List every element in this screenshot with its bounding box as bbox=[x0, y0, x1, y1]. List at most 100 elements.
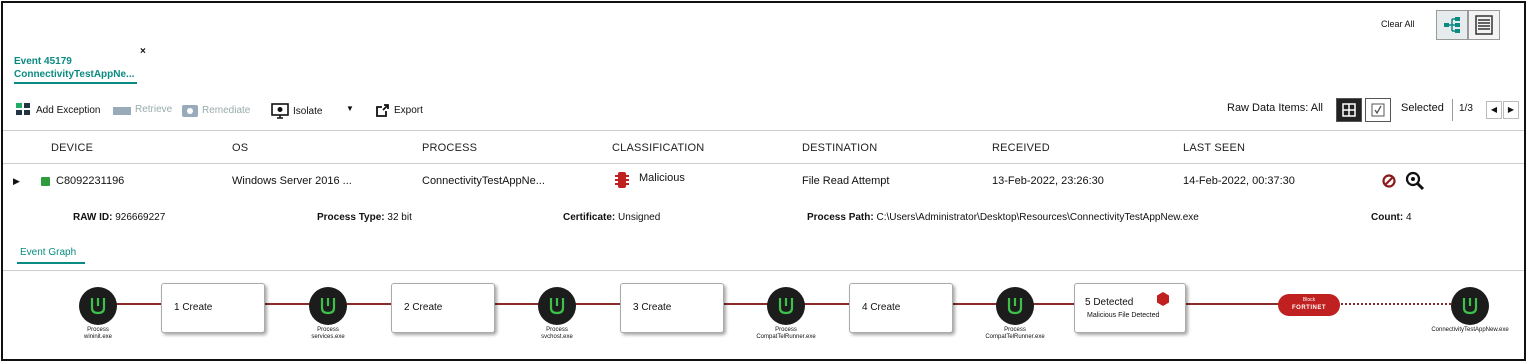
raw-id-label: RAW ID: bbox=[73, 212, 113, 223]
process-node-1[interactable] bbox=[79, 287, 117, 325]
device-status-icon bbox=[41, 177, 50, 186]
process-icon bbox=[1007, 298, 1023, 315]
pagination-text: 1/3 bbox=[1459, 103, 1473, 114]
graph-step-2[interactable]: 2 Create bbox=[391, 283, 495, 333]
row-os: Windows Server 2016 ... bbox=[232, 175, 352, 187]
graph-edge-dotted bbox=[1341, 303, 1451, 305]
event-tab-id: Event 45179 bbox=[14, 56, 72, 67]
graph-step-5[interactable]: 5 Detected Malicious File Detected bbox=[1074, 283, 1186, 333]
process-icon bbox=[778, 298, 794, 315]
isolate-dropdown-icon[interactable]: ▼ bbox=[346, 104, 354, 113]
isolate-button[interactable]: Isolate bbox=[271, 103, 322, 119]
row-destination: File Read Attempt bbox=[802, 175, 890, 187]
list-view-button[interactable] bbox=[1468, 10, 1500, 40]
grid-icon bbox=[1342, 103, 1356, 117]
graph-step-1-label: 1 Create bbox=[174, 302, 213, 313]
remediate-button[interactable]: Remediate bbox=[182, 103, 250, 117]
row-device[interactable]: C8092231196 bbox=[56, 175, 124, 187]
row-received: 13-Feb-2022, 23:26:30 bbox=[992, 175, 1104, 187]
block-icon[interactable] bbox=[1382, 174, 1396, 193]
count-label: Count: bbox=[1371, 212, 1404, 223]
process-type-field: Process Type: 32 bit bbox=[317, 212, 412, 223]
count-value: 4 bbox=[1406, 212, 1412, 223]
column-header-received[interactable]: RECEIVED bbox=[992, 142, 1050, 154]
certificate-value: Unsigned bbox=[618, 212, 661, 223]
malicious-icon bbox=[615, 172, 629, 193]
process-icon bbox=[90, 298, 106, 315]
malicious-hex-icon bbox=[1157, 292, 1169, 306]
process-icon bbox=[549, 298, 565, 315]
isolate-label: Isolate bbox=[293, 105, 323, 117]
raw-selected-toggle[interactable] bbox=[1365, 98, 1391, 122]
certificate-label: Certificate: bbox=[563, 212, 616, 223]
expand-row-icon[interactable]: ▶ bbox=[13, 176, 20, 187]
row-classification: Malicious bbox=[639, 172, 685, 184]
process-node-6[interactable] bbox=[1451, 287, 1489, 325]
fortinet-logo-text: FORTINET bbox=[1292, 305, 1326, 311]
event-tab[interactable]: Event 45179 ConnectivityTestAppNe... bbox=[14, 55, 134, 81]
prev-page-icon[interactable]: ◀ bbox=[1486, 101, 1502, 119]
raw-grid-toggle[interactable] bbox=[1336, 98, 1362, 122]
remediate-icon bbox=[182, 105, 198, 117]
certificate-field: Certificate: Unsigned bbox=[563, 212, 660, 223]
process-icon bbox=[320, 298, 336, 315]
close-tab-icon[interactable]: × bbox=[140, 46, 146, 57]
event-graph-tab[interactable]: Event Graph bbox=[20, 247, 76, 258]
row-process: ConnectivityTestAppNe... bbox=[422, 175, 545, 187]
raw-id-value: 926669227 bbox=[115, 212, 166, 223]
column-header-os[interactable]: OS bbox=[232, 142, 248, 154]
process-node-4[interactable] bbox=[767, 287, 805, 325]
graph-step-4-label: 4 Create bbox=[862, 302, 901, 313]
event-window: Event 45179 ConnectivityTestAppNe... × C… bbox=[1, 1, 1526, 361]
raw-id-field: RAW ID: 926669227 bbox=[73, 212, 165, 223]
graph-step-3[interactable]: 3 Create bbox=[620, 283, 724, 333]
process-node-5-label: Process CompatTelRunner.exe bbox=[985, 327, 1045, 340]
retrieve-label: Retrieve bbox=[135, 103, 173, 115]
column-header-process[interactable]: PROCESS bbox=[422, 142, 477, 154]
graph-step-1[interactable]: 1 Create bbox=[161, 283, 265, 333]
process-path-value: C:\Users\Administrator\Desktop\Resources… bbox=[876, 212, 1199, 223]
remediate-label: Remediate bbox=[202, 104, 251, 116]
column-header-last-seen[interactable]: LAST SEEN bbox=[1183, 142, 1245, 154]
graph-step-3-label: 3 Create bbox=[633, 302, 672, 313]
graph-divider bbox=[3, 270, 1524, 271]
count-field: Count: 4 bbox=[1371, 212, 1412, 223]
process-type-label: Process Type: bbox=[317, 212, 385, 223]
fortinet-block-badge[interactable]: Block FORTINET bbox=[1278, 294, 1340, 316]
process-node-2[interactable] bbox=[309, 287, 347, 325]
export-button[interactable]: Export bbox=[375, 103, 423, 118]
process-node-3-label: Process svchost.exe bbox=[541, 327, 573, 340]
next-page-icon[interactable]: ▶ bbox=[1503, 101, 1519, 119]
block-badge-text: Block bbox=[1302, 297, 1316, 303]
graph-step-5-label: 5 Detected bbox=[1085, 297, 1134, 308]
column-header-device[interactable]: DEVICE bbox=[51, 142, 93, 154]
process-node-1-label: Process wininit.exe bbox=[83, 327, 112, 340]
export-icon bbox=[376, 104, 389, 117]
graph-step-4[interactable]: 4 Create bbox=[849, 283, 953, 333]
process-path-field: Process Path: C:\Users\Administrator\Des… bbox=[807, 212, 1199, 223]
graph-step-2-label: 2 Create bbox=[404, 302, 443, 313]
process-node-6-label: ConnectivityTestAppNew.exe bbox=[1431, 327, 1509, 333]
retrieve-button[interactable]: Retrieve bbox=[113, 103, 172, 115]
graph-view-button[interactable] bbox=[1436, 10, 1468, 40]
add-exception-button[interactable]: Add Exception bbox=[16, 103, 101, 117]
header-divider bbox=[3, 163, 1524, 164]
checkbox-icon bbox=[1371, 103, 1385, 117]
tree-view-icon bbox=[1444, 17, 1460, 33]
graph-step-5-sublabel: Malicious File Detected bbox=[1087, 312, 1160, 319]
investigate-icon[interactable] bbox=[1405, 171, 1425, 196]
selected-label: Selected bbox=[1401, 102, 1444, 114]
column-header-destination[interactable]: DESTINATION bbox=[802, 142, 877, 154]
add-exception-icon bbox=[16, 103, 30, 115]
clear-all-link[interactable]: Clear All bbox=[1381, 19, 1415, 29]
tab-underline bbox=[14, 82, 137, 84]
process-type-value: 32 bit bbox=[387, 212, 412, 223]
process-icon bbox=[1462, 298, 1478, 315]
process-path-label: Process Path: bbox=[807, 212, 874, 223]
monitor-icon bbox=[271, 103, 289, 119]
column-header-classification[interactable]: CLASSIFICATION bbox=[612, 142, 704, 154]
process-node-5[interactable] bbox=[996, 287, 1034, 325]
toolbar-divider-line bbox=[3, 130, 1524, 131]
process-node-3[interactable] bbox=[538, 287, 576, 325]
process-node-4-label: Process CompatTelRunner.exe bbox=[756, 327, 816, 340]
